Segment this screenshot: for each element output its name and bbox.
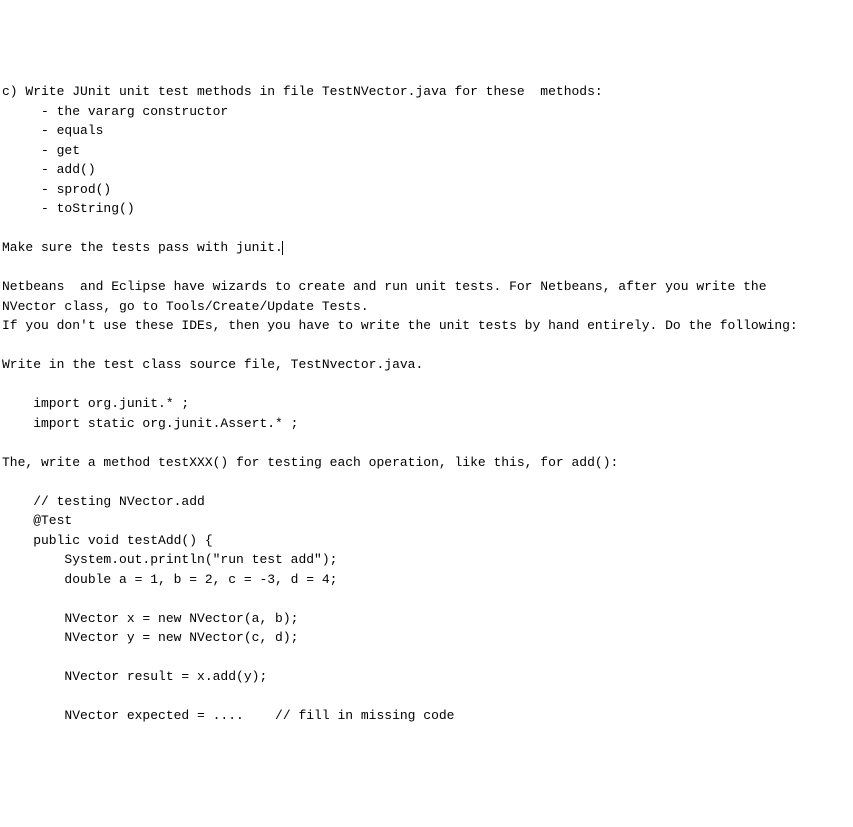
line-29: NVector y = new NVector(c, d); (2, 630, 298, 645)
line-25: System.out.println("run test add"); (2, 552, 337, 567)
line-31: NVector result = x.add(y); (2, 669, 267, 684)
line-23: @Test (2, 513, 72, 528)
line-18: import static org.junit.Assert.* ; (2, 416, 298, 431)
line-28: NVector x = new NVector(a, b); (2, 611, 298, 626)
line-6: - sprod() (2, 182, 111, 197)
line-17: import org.junit.* ; (2, 396, 189, 411)
line-5: - add() (2, 162, 96, 177)
line-24: public void testAdd() { (2, 533, 213, 548)
document-body: c) Write JUnit unit test methods in file… (2, 82, 851, 726)
line-22: // testing NVector.add (2, 494, 205, 509)
line-33: NVector expected = .... // fill in missi… (2, 708, 454, 723)
line-3: - equals (2, 123, 103, 138)
line-20: The, write a method testXXX() for testin… (2, 455, 618, 470)
line-11: Netbeans and Eclipse have wizards to cre… (2, 279, 767, 294)
line-26: double a = 1, b = 2, c = -3, d = 4; (2, 572, 337, 587)
line-2: - the vararg constructor (2, 104, 228, 119)
line-1: c) Write JUnit unit test methods in file… (2, 84, 603, 99)
line-12: NVector class, go to Tools/Create/Update… (2, 299, 369, 314)
line-15: Write in the test class source file, Tes… (2, 357, 423, 372)
line-9: Make sure the tests pass with junit. (2, 240, 283, 255)
line-4: - get (2, 143, 80, 158)
line-7: - toString() (2, 201, 135, 216)
line-13: If you don't use these IDEs, then you ha… (2, 318, 798, 333)
text-cursor (282, 241, 283, 255)
